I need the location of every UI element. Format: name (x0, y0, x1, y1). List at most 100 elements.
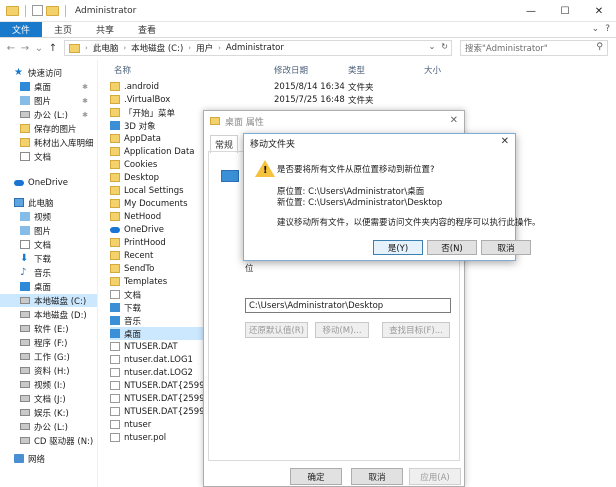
cancel-button[interactable]: 取消 (481, 240, 531, 255)
nav-downloads[interactable]: ⬇ 下载 (20, 252, 51, 265)
file-row[interactable]: My Documents (110, 197, 188, 210)
nav-pinned-pictures[interactable]: 图片 ✱ (20, 94, 98, 107)
nav-drive-i[interactable]: 视频 (I:) (20, 378, 66, 391)
column-header-size[interactable]: 大小 (424, 64, 441, 76)
properties-title-bar: 桌面 属性 (204, 111, 464, 131)
file-row[interactable]: ntuser.pol (110, 431, 166, 444)
file-row[interactable]: ntuser (110, 418, 151, 431)
chevron-right-icon[interactable]: › (123, 44, 126, 52)
file-row[interactable]: SendTo (110, 262, 154, 275)
file-row[interactable]: 「开始」菜单 (110, 106, 175, 119)
nav-drive-j[interactable]: 文档 (J:) (20, 392, 66, 405)
tab-file[interactable]: 文件 (0, 22, 43, 37)
file-row[interactable]: Desktop (110, 171, 159, 184)
nav-pictures[interactable]: 图片 (20, 224, 51, 237)
nav-pinned-office-drive[interactable]: 办公 (L:) ✱ (20, 108, 98, 121)
move-dialog-close-button[interactable]: ✕ (501, 136, 509, 147)
file-row[interactable]: AppData (110, 132, 161, 145)
move-button[interactable]: 移动(M)... (315, 322, 369, 338)
file-row[interactable]: ntuser.dat.LOG2 (110, 366, 193, 379)
file-row[interactable]: Local Settings (110, 184, 184, 197)
recent-locations-icon[interactable]: ⌄ (32, 43, 46, 54)
nav-desktop[interactable]: 桌面 (20, 280, 51, 293)
file-row[interactable]: Recent (110, 249, 153, 262)
file-row[interactable]: PrintHood (110, 236, 166, 249)
breadcrumb-drive-c[interactable]: 本地磁盘 (C:) (131, 42, 183, 54)
nav-drive-l[interactable]: 办公 (L:) (20, 420, 68, 433)
file-row[interactable]: NetHood (110, 210, 161, 223)
address-dropdown-icon[interactable]: ⌄ (429, 42, 436, 51)
file-row[interactable]: .VirtualBox 2015/7/25 16:48 文件夹 (110, 93, 374, 106)
nav-pinned-saved-pictures[interactable]: 保存的图片 (20, 122, 77, 135)
search-icon[interactable]: ⚲ (596, 42, 603, 52)
tab-home[interactable]: 主页 (42, 22, 84, 37)
cancel-button[interactable]: 取消 (351, 468, 403, 485)
help-icon[interactable]: ? (605, 24, 610, 34)
nav-pinned-documents[interactable]: 文档 (20, 150, 51, 163)
nav-documents[interactable]: 文档 (20, 238, 51, 251)
nav-drive-f[interactable]: 程序 (F:) (20, 336, 67, 349)
properties-close-button[interactable]: ✕ (450, 115, 458, 126)
nav-music[interactable]: ♪ 音乐 (20, 266, 51, 279)
breadcrumb-users[interactable]: 用户 (196, 42, 213, 54)
no-button[interactable]: 否(N) (427, 240, 477, 255)
close-button[interactable]: ✕ (582, 0, 616, 22)
apply-button[interactable]: 应用(A) (409, 468, 461, 485)
breadcrumb-administrator[interactable]: Administrator (226, 43, 284, 53)
tab-view[interactable]: 查看 (126, 22, 168, 37)
ok-button[interactable]: 确定 (290, 468, 342, 485)
refresh-icon[interactable]: ↻ (441, 42, 448, 51)
nav-drive-k[interactable]: 娱乐 (K:) (20, 406, 69, 419)
nav-drive-g[interactable]: 工作 (G:) (20, 350, 70, 363)
tab-share[interactable]: 共享 (84, 22, 126, 37)
nav-quick-access[interactable]: ★ 快速访问 (14, 66, 62, 79)
nav-drive-e[interactable]: 软件 (E:) (20, 322, 69, 335)
yes-button[interactable]: 是(Y) (373, 240, 423, 255)
file-row[interactable]: OneDrive (110, 223, 164, 236)
search-input[interactable]: 搜索"Administrator" ⚲ (460, 40, 608, 56)
nav-drive-h[interactable]: 资料 (H:) (20, 364, 70, 377)
file-row[interactable]: 文档 (110, 288, 141, 301)
nav-network[interactable]: 网络 (14, 452, 45, 465)
file-row[interactable]: 桌面 (110, 327, 204, 340)
column-header-type[interactable]: 类型 (348, 64, 365, 76)
file-row[interactable]: 音乐 (110, 314, 141, 327)
file-row[interactable]: Cookies (110, 158, 157, 171)
restore-default-button[interactable]: 还原默认值(R) (245, 322, 308, 338)
nav-onedrive[interactable]: OneDrive (14, 176, 68, 189)
back-icon[interactable]: ← (4, 43, 18, 54)
nav-pinned-desktop[interactable]: 桌面 ✱ (20, 80, 98, 93)
location-path-input[interactable]: C:\Users\Administrator\Desktop (245, 298, 451, 313)
file-row[interactable]: ntuser.dat.LOG1 (110, 353, 193, 366)
chevron-right-icon[interactable]: › (85, 44, 88, 52)
nav-drive-c[interactable]: 本地磁盘 (C:) (0, 294, 97, 307)
column-header-date[interactable]: 修改日期 (274, 64, 308, 76)
nav-cd-drive[interactable]: CD 驱动器 (N:) (20, 434, 93, 447)
chevron-right-icon[interactable]: › (218, 44, 221, 52)
file-row[interactable]: NTUSER.DAT (110, 340, 178, 353)
file-row[interactable]: Application Data (110, 145, 195, 158)
nav-pinned-consumables[interactable]: 耗材出入库明细 (20, 136, 94, 149)
new-folder-icon[interactable] (46, 5, 59, 16)
chevron-right-icon[interactable]: › (188, 44, 191, 52)
address-bar[interactable]: › 此电脑 › 本地磁盘 (C:) › 用户 › Administrator ⌄… (64, 40, 452, 56)
forward-icon[interactable]: → (18, 43, 32, 54)
expand-ribbon-icon[interactable]: ⌄ (592, 24, 600, 34)
file-row[interactable]: 3D 对象 (110, 119, 156, 132)
minimize-button[interactable]: — (514, 0, 548, 22)
nav-this-pc[interactable]: 此电脑 (14, 196, 54, 209)
navigation-pane[interactable]: ★ 快速访问 桌面 ✱ 图片 ✱ 办公 (L:) ✱ 保存的图片 耗材出入库明细… (0, 60, 98, 487)
file-row[interactable]: Templates (110, 275, 167, 288)
nav-videos[interactable]: 视频 (20, 210, 51, 223)
breadcrumb-this-pc[interactable]: 此电脑 (93, 42, 119, 54)
file-name: NetHood (124, 211, 162, 222)
file-name: ntuser (124, 419, 152, 430)
file-row[interactable]: .android 2015/8/14 16:34 文件夹 (110, 80, 374, 93)
properties-icon[interactable] (32, 5, 43, 16)
column-header-name[interactable]: 名称 (114, 64, 131, 76)
file-row[interactable]: 下载 (110, 301, 141, 314)
find-target-button[interactable]: 查找目标(F)... (382, 322, 450, 338)
up-icon[interactable]: ↑ (46, 43, 60, 54)
maximize-button[interactable]: ☐ (548, 0, 582, 22)
nav-drive-d[interactable]: 本地磁盘 (D:) (20, 308, 87, 321)
